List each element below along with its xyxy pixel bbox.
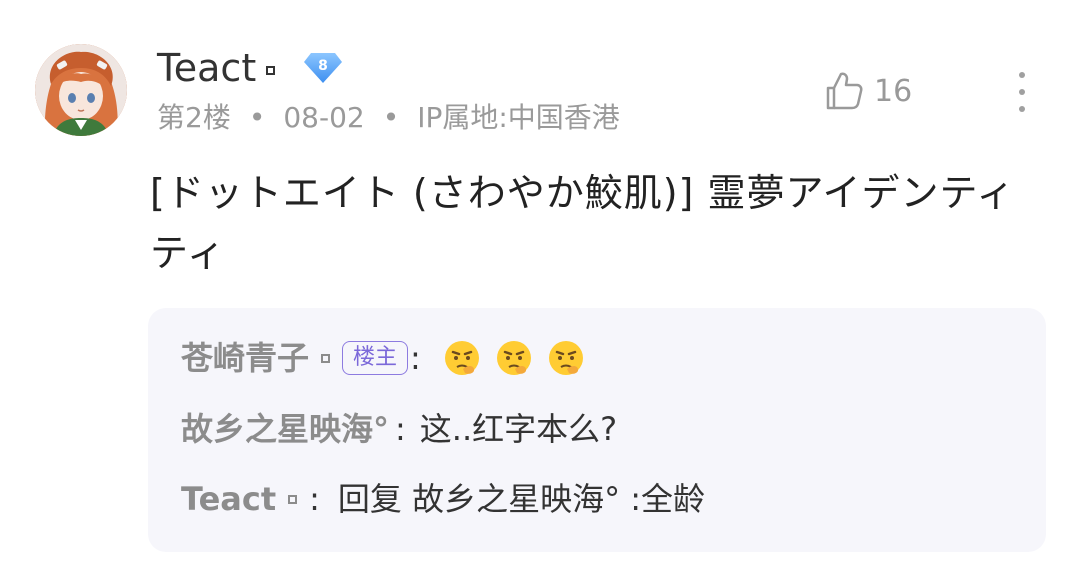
reply-colon: : [410, 339, 421, 377]
reply-item[interactable]: 苍崎青子 楼主 : [181, 338, 599, 378]
post-date: 08-02 [283, 101, 365, 134]
reply-preview-box[interactable]: 苍崎青子 楼主 : 故乡之星映海°: 这..红字本么? Teact: 回复 … [148, 308, 1046, 552]
post-content: [ドットエイト (さわやか鮫肌)] 霊夢アイデンティティ [150, 171, 1016, 275]
like-button[interactable]: 16 [822, 69, 912, 113]
like-count: 16 [874, 73, 913, 109]
reply-colon: : [309, 480, 320, 518]
level-number: 8 [318, 58, 328, 74]
username-text[interactable]: Teact [157, 46, 256, 90]
reply-author[interactable]: 故乡之星映海° [181, 409, 389, 449]
user-tag-square-icon [288, 494, 298, 504]
username[interactable]: Teact [157, 46, 276, 90]
reply-text: 回复 故乡之星映海° :全龄 [337, 480, 706, 518]
user-tag-square-icon [321, 353, 331, 363]
separator-dot: • [248, 101, 266, 134]
thinking-face-icon [444, 341, 479, 375]
level-badge-icon[interactable]: 8 [303, 51, 343, 85]
more-vertical-icon[interactable] [1012, 72, 1032, 112]
reply-text: 这..红字本么? [419, 410, 618, 448]
owner-badge: 楼主 [342, 341, 409, 375]
like-thumb-icon [826, 72, 863, 110]
reply-item[interactable]: 故乡之星映海° : 这..红字本么? [181, 409, 617, 449]
floor-label: 第2楼 [157, 101, 231, 134]
post-meta: 第2楼 • 08-02 • IP属地:中国香港 [157, 100, 620, 136]
avatar[interactable] [35, 44, 127, 136]
reply-author[interactable]: Teact [181, 479, 276, 519]
user-tag-square-icon [266, 66, 276, 75]
thinking-face-icon [496, 341, 531, 375]
separator-dot: • [382, 101, 400, 134]
reply-colon: : [395, 410, 406, 448]
ip-location: IP属地:中国香港 [417, 101, 620, 134]
reply-author[interactable]: 苍崎青子 [181, 338, 309, 378]
reply-item[interactable]: Teact : 回复 故乡之星映海° :全龄 [181, 479, 705, 519]
thinking-face-icon [548, 341, 583, 375]
